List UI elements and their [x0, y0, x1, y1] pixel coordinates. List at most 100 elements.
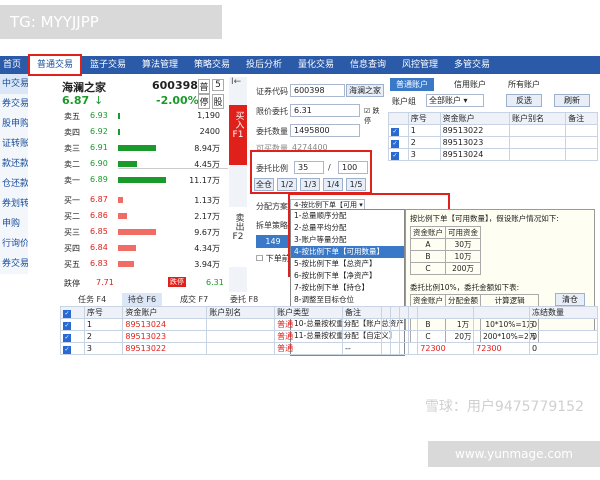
price-input[interactable]: 6.31: [290, 104, 360, 117]
invert-button[interactable]: 反选: [506, 94, 542, 107]
volume-bar: [118, 229, 157, 235]
volume-bar: [118, 197, 123, 203]
level-volume: 3.94万: [194, 260, 220, 269]
left-nav-item[interactable]: 款还款: [0, 154, 28, 174]
menu-algo[interactable]: 算法管理: [138, 56, 182, 74]
menu-multi[interactable]: 多管交易: [450, 56, 494, 74]
left-nav-item[interactable]: 仓还款: [0, 174, 28, 194]
check-icon[interactable]: ✓: [391, 127, 399, 136]
level-price: 6.83: [90, 259, 108, 268]
tab-trades[interactable]: 成交 F7: [180, 293, 208, 306]
menu-home[interactable]: 首页: [0, 56, 24, 74]
tab-tasks[interactable]: 任务 F4: [78, 293, 106, 306]
table-row: ✓ 3 89513024: [388, 148, 598, 161]
left-nav-item[interactable]: 股申购: [0, 114, 28, 134]
stock-price: 6.87: [62, 94, 90, 107]
level-price: 6.92: [90, 127, 108, 136]
refresh-button[interactable]: 刷新: [554, 94, 590, 107]
level-volume: 2.17万: [194, 212, 220, 221]
limit-down-badge: 跌停: [168, 277, 186, 287]
check-icon[interactable]: ✓: [63, 321, 71, 330]
menu-info[interactable]: 信息查询: [346, 56, 390, 74]
left-nav-item[interactable]: 券交易: [0, 254, 28, 274]
account-panel: 普通账户 信用账户 所有账户 账户组 全部账户 ▾ 反选 刷新 序号 资金账户 账户…: [388, 78, 600, 298]
buy-button[interactable]: 买入 F1: [229, 105, 247, 165]
order-book-row: 买四 6.84 4.34万: [60, 243, 228, 254]
order-button[interactable]: 149: [256, 235, 290, 248]
tab-orders[interactable]: 委托 F8: [230, 293, 258, 306]
menu-normal-trade[interactable]: 普通交易: [28, 54, 82, 76]
tab-all-accounts[interactable]: 所有账户: [508, 78, 540, 91]
volume-bar: [118, 129, 120, 135]
pre-order-checkbox[interactable]: ☐ 下单前: [256, 253, 290, 264]
level-label: 买一: [64, 196, 80, 205]
level5-button[interactable]: 5: [212, 79, 224, 91]
clear-position-button[interactable]: 清仓: [555, 293, 585, 306]
level-volume: 2400: [199, 127, 220, 136]
positions-table-wrap: ✓ 序号 资金账户 账户别名 账户类型 备注 冻结数量 ✓ 1 89513024 普通 -- 0 ✓ 2…: [60, 306, 600, 366]
menu-quant[interactable]: 量化交易: [294, 56, 338, 74]
left-nav-item[interactable]: 券交易: [0, 94, 28, 114]
group-label: 账户组: [392, 97, 416, 106]
check-icon[interactable]: ✓: [63, 309, 71, 318]
left-nav-item[interactable]: 行询价: [0, 234, 28, 254]
volume-bar: [118, 245, 137, 251]
check-icon[interactable]: ✓: [391, 151, 399, 160]
level-price: 6.86: [90, 211, 108, 220]
level-volume: 8.94万: [194, 144, 220, 153]
order-book-row: 卖四 6.92 2400: [60, 127, 228, 138]
left-nav-item[interactable]: 券划转: [0, 194, 28, 214]
left-nav: 中交易 券交易 股申购 证转账 款还款 仓还款 券划转 申购 行询价 券交易: [0, 74, 28, 274]
level-volume: 1,190: [197, 111, 220, 120]
stock-name: 海澜之家: [62, 81, 106, 94]
account-table: 序号 资金账户 账户别名 备注 ✓ 1 89513022 ✓ 2 89513023 ✓ 3 895…: [388, 112, 598, 161]
sell-button[interactable]: 卖出 F2: [229, 207, 247, 267]
level-label: 卖四: [64, 128, 80, 137]
level-price: 6.84: [90, 243, 108, 252]
limit-down-label: 跌停: [64, 279, 80, 288]
left-nav-item[interactable]: 申购: [0, 214, 28, 234]
code-input[interactable]: 600398: [290, 84, 345, 97]
check-icon[interactable]: ✓: [63, 345, 71, 354]
limit-checkbox-label: 跌停: [364, 107, 380, 125]
volume-bar: [118, 261, 135, 267]
check-icon[interactable]: ✓: [391, 139, 399, 148]
left-nav-item[interactable]: 证转账: [0, 134, 28, 154]
collapse-icon[interactable]: I←: [231, 77, 241, 87]
stock-change: -2.00%: [156, 94, 199, 107]
level-volume: 9.67万: [194, 228, 220, 237]
table-row: ✓ 3 89513022 普通 -- 72300 72300 0: [60, 342, 598, 355]
limit-up-value: 6.31: [206, 278, 224, 287]
limit-checkbox[interactable]: ☑ 跌停: [364, 106, 385, 126]
level-label: 买二: [64, 212, 80, 221]
tab-normal-account[interactable]: 普通账户: [390, 78, 434, 91]
code-label: 证券代码: [256, 87, 288, 96]
order-book-row: 买一 6.87 1.13万: [60, 195, 228, 206]
menu-strategy[interactable]: 策略交易: [190, 56, 234, 74]
menu-risk[interactable]: 风控管理: [398, 56, 442, 74]
price-label: 限价委托: [256, 107, 288, 116]
order-book-row: 买三 6.85 9.67万: [60, 227, 228, 238]
halt-button[interactable]: 停: [198, 94, 210, 109]
level-label: 买三: [64, 228, 80, 237]
menu-post-analysis[interactable]: 投后分析: [242, 56, 286, 74]
stock-button[interactable]: 股: [212, 94, 224, 109]
group-select[interactable]: 全部账户 ▾: [426, 94, 484, 107]
down-arrow-icon: ↓: [94, 94, 104, 107]
tab-positions[interactable]: 持仓 F6: [122, 293, 162, 306]
volume-bar: [118, 145, 157, 151]
pu-button[interactable]: 普: [198, 79, 210, 94]
level-volume: 4.34万: [194, 244, 220, 253]
menu-basket-trade[interactable]: 篮子交易: [86, 56, 130, 74]
pre-order-label: 下单前: [265, 254, 290, 263]
volume-bar: [118, 177, 166, 183]
overlay-tag: TG: MYYJJPP: [0, 5, 222, 39]
stock-name-button[interactable]: 海澜之家: [346, 84, 384, 97]
tab-credit-account[interactable]: 信用账户: [454, 78, 486, 91]
left-nav-item[interactable]: 中交易: [0, 74, 28, 94]
check-icon[interactable]: ✓: [63, 333, 71, 342]
level-label: 卖一: [64, 176, 80, 185]
order-book-row: 卖五 6.93 1,190: [60, 111, 228, 122]
qty-input[interactable]: 1495800: [290, 124, 360, 137]
level-price: 6.85: [90, 227, 108, 236]
